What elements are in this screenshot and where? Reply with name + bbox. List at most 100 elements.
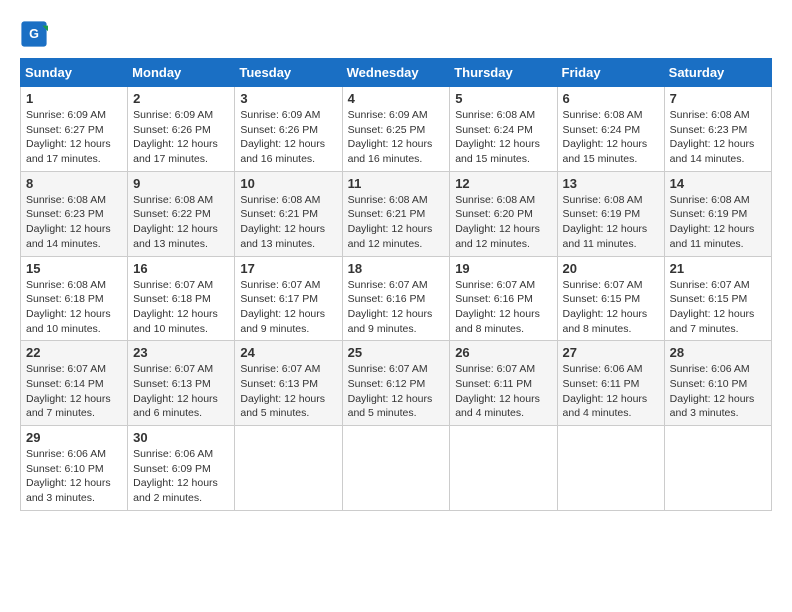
calendar-day-cell: 17 Sunrise: 6:07 AM Sunset: 6:17 PM Dayl… bbox=[235, 256, 342, 341]
empty-cell bbox=[664, 426, 771, 511]
day-info: Sunrise: 6:09 AM Sunset: 6:25 PM Dayligh… bbox=[348, 108, 445, 167]
sunrise-label: Sunrise: 6:07 AM bbox=[240, 279, 320, 291]
day-info: Sunrise: 6:07 AM Sunset: 6:13 PM Dayligh… bbox=[240, 362, 336, 421]
day-number: 27 bbox=[563, 345, 659, 360]
daylight-label: Daylight: 12 hours bbox=[455, 308, 540, 320]
day-info: Sunrise: 6:07 AM Sunset: 6:16 PM Dayligh… bbox=[348, 278, 445, 337]
daylight-label: Daylight: 12 hours bbox=[455, 138, 540, 150]
daylight-minutes: and 17 minutes. bbox=[133, 153, 208, 165]
calendar-day-cell: 14 Sunrise: 6:08 AM Sunset: 6:19 PM Dayl… bbox=[664, 171, 771, 256]
day-info: Sunrise: 6:07 AM Sunset: 6:15 PM Dayligh… bbox=[670, 278, 766, 337]
daylight-label: Daylight: 12 hours bbox=[240, 393, 325, 405]
daylight-minutes: and 15 minutes. bbox=[563, 153, 638, 165]
sunrise-label: Sunrise: 6:07 AM bbox=[455, 363, 535, 375]
daylight-label: Daylight: 12 hours bbox=[26, 308, 111, 320]
calendar-week-row: 22 Sunrise: 6:07 AM Sunset: 6:14 PM Dayl… bbox=[21, 341, 772, 426]
sunset-label: Sunset: 6:18 PM bbox=[26, 293, 104, 305]
daylight-minutes: and 14 minutes. bbox=[670, 153, 745, 165]
daylight-label: Daylight: 12 hours bbox=[563, 308, 648, 320]
sunrise-label: Sunrise: 6:08 AM bbox=[133, 194, 213, 206]
daylight-label: Daylight: 12 hours bbox=[133, 138, 218, 150]
day-info: Sunrise: 6:08 AM Sunset: 6:24 PM Dayligh… bbox=[455, 108, 551, 167]
calendar-header-sunday: Sunday bbox=[21, 59, 128, 87]
daylight-label: Daylight: 12 hours bbox=[670, 393, 755, 405]
sunrise-label: Sunrise: 6:09 AM bbox=[348, 109, 428, 121]
sunset-label: Sunset: 6:20 PM bbox=[455, 208, 533, 220]
day-number: 8 bbox=[26, 176, 122, 191]
daylight-label: Daylight: 12 hours bbox=[240, 308, 325, 320]
day-info: Sunrise: 6:09 AM Sunset: 6:27 PM Dayligh… bbox=[26, 108, 122, 167]
calendar-day-cell: 23 Sunrise: 6:07 AM Sunset: 6:13 PM Dayl… bbox=[128, 341, 235, 426]
calendar-week-row: 15 Sunrise: 6:08 AM Sunset: 6:18 PM Dayl… bbox=[21, 256, 772, 341]
day-info: Sunrise: 6:07 AM Sunset: 6:17 PM Dayligh… bbox=[240, 278, 336, 337]
calendar-day-cell: 1 Sunrise: 6:09 AM Sunset: 6:27 PM Dayli… bbox=[21, 87, 128, 172]
sunset-label: Sunset: 6:19 PM bbox=[670, 208, 748, 220]
daylight-label: Daylight: 12 hours bbox=[670, 223, 755, 235]
daylight-minutes: and 7 minutes. bbox=[26, 407, 95, 419]
sunset-label: Sunset: 6:22 PM bbox=[133, 208, 211, 220]
day-info: Sunrise: 6:06 AM Sunset: 6:10 PM Dayligh… bbox=[670, 362, 766, 421]
sunrise-label: Sunrise: 6:08 AM bbox=[670, 194, 750, 206]
calendar-day-cell: 16 Sunrise: 6:07 AM Sunset: 6:18 PM Dayl… bbox=[128, 256, 235, 341]
calendar-day-cell: 4 Sunrise: 6:09 AM Sunset: 6:25 PM Dayli… bbox=[342, 87, 450, 172]
daylight-label: Daylight: 12 hours bbox=[133, 308, 218, 320]
daylight-minutes: and 9 minutes. bbox=[240, 323, 309, 335]
calendar-day-cell: 12 Sunrise: 6:08 AM Sunset: 6:20 PM Dayl… bbox=[450, 171, 557, 256]
day-info: Sunrise: 6:08 AM Sunset: 6:18 PM Dayligh… bbox=[26, 278, 122, 337]
day-info: Sunrise: 6:06 AM Sunset: 6:10 PM Dayligh… bbox=[26, 447, 122, 506]
sunset-label: Sunset: 6:21 PM bbox=[240, 208, 318, 220]
logo: G bbox=[20, 20, 52, 48]
calendar-day-cell: 7 Sunrise: 6:08 AM Sunset: 6:23 PM Dayli… bbox=[664, 87, 771, 172]
daylight-label: Daylight: 12 hours bbox=[455, 393, 540, 405]
calendar-week-row: 1 Sunrise: 6:09 AM Sunset: 6:27 PM Dayli… bbox=[21, 87, 772, 172]
daylight-label: Daylight: 12 hours bbox=[348, 308, 433, 320]
calendar-day-cell: 22 Sunrise: 6:07 AM Sunset: 6:14 PM Dayl… bbox=[21, 341, 128, 426]
sunset-label: Sunset: 6:09 PM bbox=[133, 463, 211, 475]
sunrise-label: Sunrise: 6:07 AM bbox=[348, 363, 428, 375]
day-number: 29 bbox=[26, 430, 122, 445]
calendar-header-row: SundayMondayTuesdayWednesdayThursdayFrid… bbox=[21, 59, 772, 87]
day-number: 2 bbox=[133, 91, 229, 106]
logo-icon: G bbox=[20, 20, 48, 48]
daylight-label: Daylight: 12 hours bbox=[670, 138, 755, 150]
day-number: 4 bbox=[348, 91, 445, 106]
day-number: 23 bbox=[133, 345, 229, 360]
empty-cell bbox=[342, 426, 450, 511]
daylight-minutes: and 10 minutes. bbox=[133, 323, 208, 335]
daylight-label: Daylight: 12 hours bbox=[240, 223, 325, 235]
calendar-day-cell: 21 Sunrise: 6:07 AM Sunset: 6:15 PM Dayl… bbox=[664, 256, 771, 341]
calendar-table: SundayMondayTuesdayWednesdayThursdayFrid… bbox=[20, 58, 772, 511]
day-number: 6 bbox=[563, 91, 659, 106]
calendar-week-row: 8 Sunrise: 6:08 AM Sunset: 6:23 PM Dayli… bbox=[21, 171, 772, 256]
daylight-minutes: and 3 minutes. bbox=[26, 492, 95, 504]
sunset-label: Sunset: 6:27 PM bbox=[26, 124, 104, 136]
daylight-minutes: and 17 minutes. bbox=[26, 153, 101, 165]
day-info: Sunrise: 6:07 AM Sunset: 6:16 PM Dayligh… bbox=[455, 278, 551, 337]
calendar-day-cell: 11 Sunrise: 6:08 AM Sunset: 6:21 PM Dayl… bbox=[342, 171, 450, 256]
sunrise-label: Sunrise: 6:06 AM bbox=[133, 448, 213, 460]
sunrise-label: Sunrise: 6:09 AM bbox=[133, 109, 213, 121]
daylight-minutes: and 14 minutes. bbox=[26, 238, 101, 250]
empty-cell bbox=[450, 426, 557, 511]
calendar-day-cell: 3 Sunrise: 6:09 AM Sunset: 6:26 PM Dayli… bbox=[235, 87, 342, 172]
calendar-day-cell: 8 Sunrise: 6:08 AM Sunset: 6:23 PM Dayli… bbox=[21, 171, 128, 256]
sunrise-label: Sunrise: 6:08 AM bbox=[563, 194, 643, 206]
sunset-label: Sunset: 6:19 PM bbox=[563, 208, 641, 220]
daylight-label: Daylight: 12 hours bbox=[348, 138, 433, 150]
day-info: Sunrise: 6:08 AM Sunset: 6:19 PM Dayligh… bbox=[563, 193, 659, 252]
day-info: Sunrise: 6:07 AM Sunset: 6:14 PM Dayligh… bbox=[26, 362, 122, 421]
daylight-label: Daylight: 12 hours bbox=[563, 138, 648, 150]
sunset-label: Sunset: 6:12 PM bbox=[348, 378, 426, 390]
daylight-label: Daylight: 12 hours bbox=[26, 393, 111, 405]
day-number: 17 bbox=[240, 261, 336, 276]
daylight-minutes: and 10 minutes. bbox=[26, 323, 101, 335]
calendar-day-cell: 5 Sunrise: 6:08 AM Sunset: 6:24 PM Dayli… bbox=[450, 87, 557, 172]
sunrise-label: Sunrise: 6:08 AM bbox=[26, 279, 106, 291]
daylight-minutes: and 2 minutes. bbox=[133, 492, 202, 504]
sunset-label: Sunset: 6:13 PM bbox=[240, 378, 318, 390]
day-number: 20 bbox=[563, 261, 659, 276]
calendar-day-cell: 9 Sunrise: 6:08 AM Sunset: 6:22 PM Dayli… bbox=[128, 171, 235, 256]
sunset-label: Sunset: 6:14 PM bbox=[26, 378, 104, 390]
daylight-label: Daylight: 12 hours bbox=[26, 138, 111, 150]
day-number: 10 bbox=[240, 176, 336, 191]
